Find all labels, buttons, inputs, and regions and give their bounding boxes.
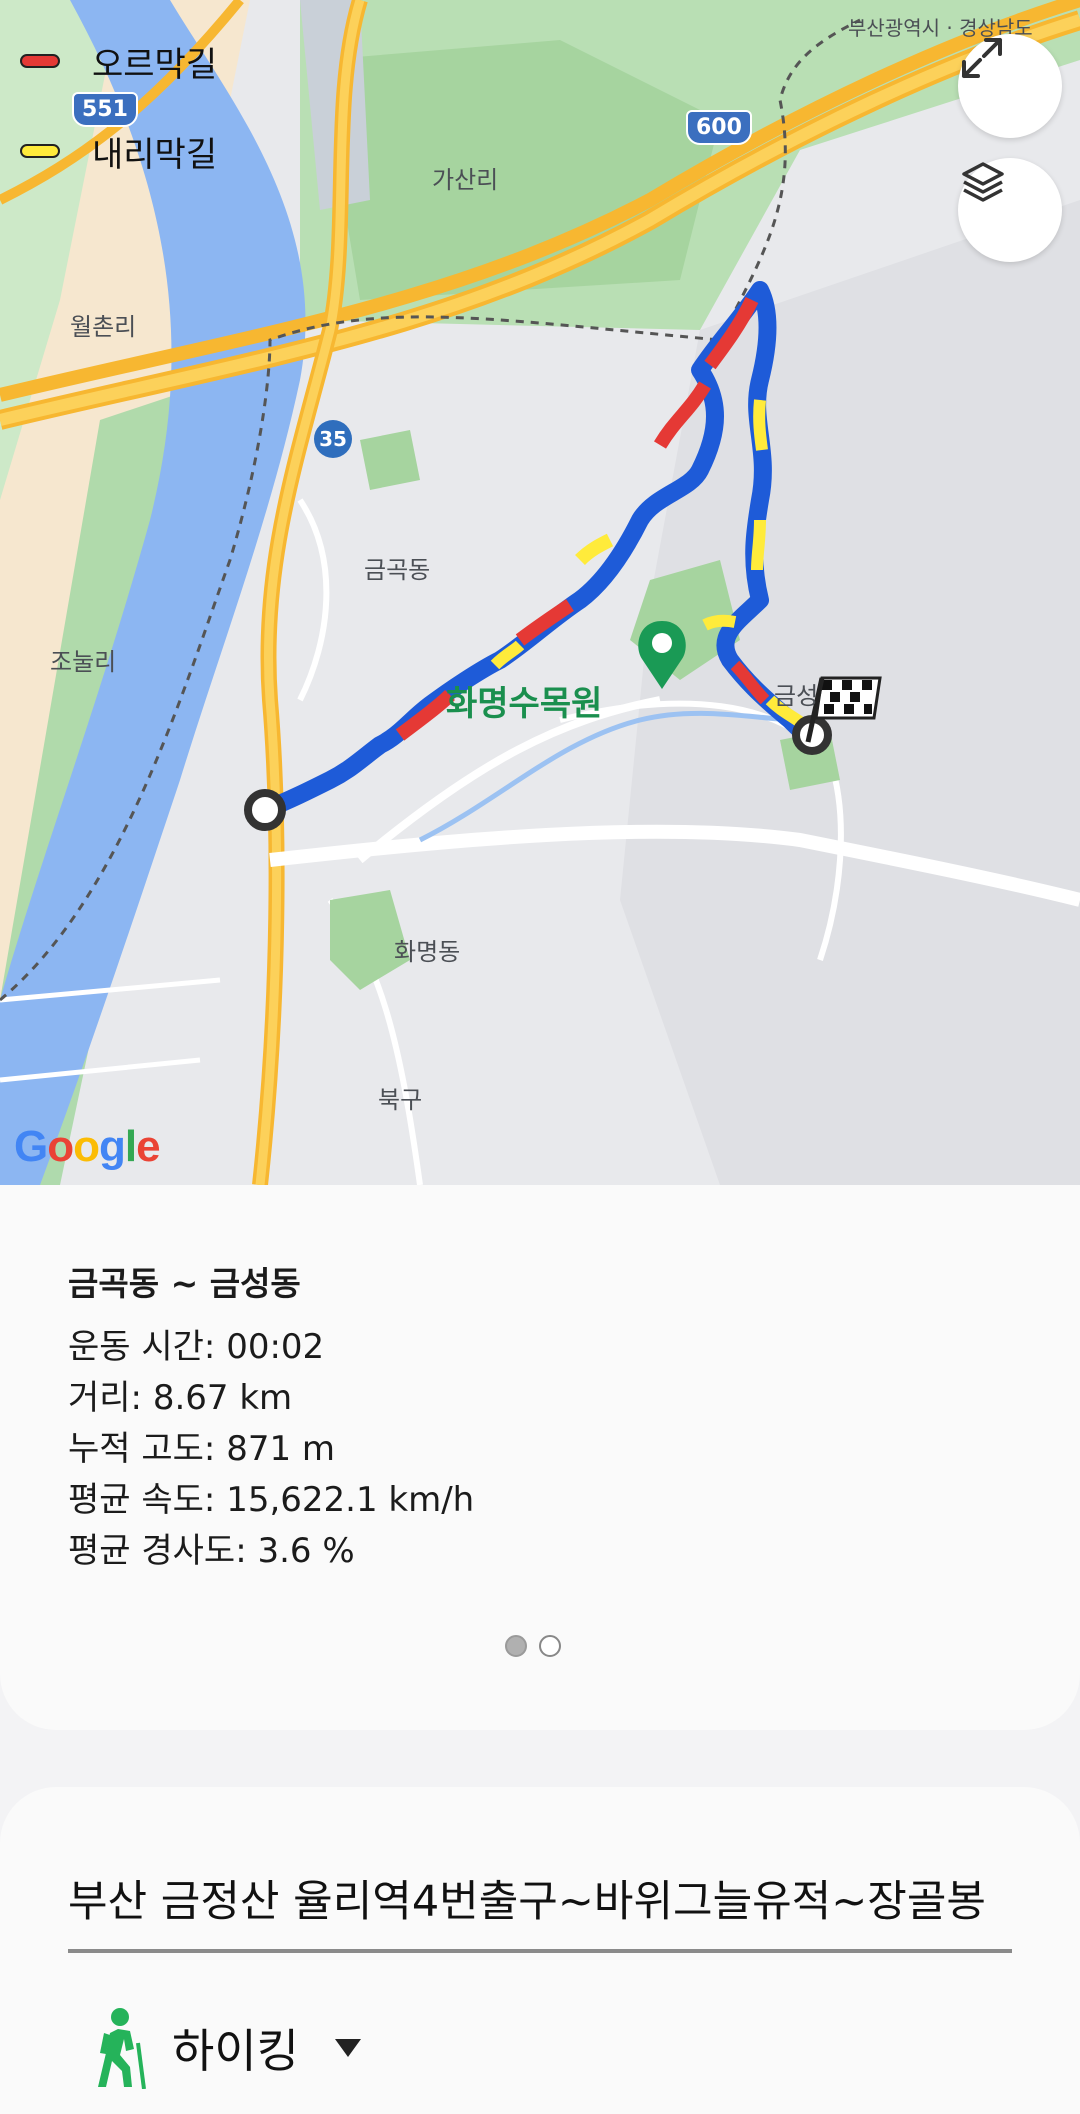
- map-layers-button[interactable]: [958, 158, 1062, 262]
- stat-avg-speed: 평균 속도: 15,622.1 km/h: [68, 1480, 475, 1520]
- legend-item-uphill: 오르막길: [20, 38, 218, 85]
- workout-details-card: 부산 금정산 율리역4번출구~바위그늘유적~장골봉 하이킹: [0, 1787, 1080, 2114]
- google-attribution: Google: [14, 1122, 161, 1171]
- map-label-geumgok: 금곡동: [364, 556, 431, 584]
- route-stats: 운동 시간: 00:02 거리: 8.67 km 누적 고도: 871 m 평균…: [68, 1322, 474, 1577]
- route-shield-35: 35: [314, 420, 352, 458]
- workout-name-field[interactable]: 부산 금정산 율리역4번출구~바위그늘유적~장골봉: [68, 1867, 1012, 1937]
- dropdown-caret-icon: [334, 2039, 361, 2057]
- hiking-icon: [98, 2008, 146, 2089]
- legend-label-uphill: 오르막길: [92, 44, 218, 85]
- downhill-swatch: [20, 144, 60, 158]
- map-label-bukgu: 북구: [378, 1086, 423, 1114]
- map-legend: 오르막길 내리막길: [20, 38, 217, 218]
- stat-distance: 거리: 8.67 km: [68, 1378, 293, 1418]
- expand-map-button[interactable]: [958, 34, 1062, 138]
- name-field-underline: [68, 1949, 1012, 1953]
- route-title: 금곡동 ~ 금성동: [68, 1264, 301, 1303]
- map-label-geumseong: 금성: [774, 682, 819, 710]
- legend-label-downhill: 내리막길: [92, 134, 218, 175]
- map-label-jonul: 조눌리: [50, 648, 117, 676]
- stat-avg-slope: 평균 경사도: 3.6 %: [68, 1531, 355, 1571]
- highway-shield-600: 600: [686, 110, 752, 145]
- legend-item-downhill: 내리막길: [20, 128, 218, 175]
- uphill-swatch: [20, 54, 60, 68]
- route-map[interactable]: 부산광역시 · 경상남도 가산리 월촌리 금곡동 조눌리 화명동 북구 금성 화…: [0, 0, 1080, 1185]
- activity-type-dropdown[interactable]: 하이킹: [90, 2007, 361, 2089]
- stat-elevation: 누적 고도: 871 m: [68, 1429, 336, 1469]
- poi-label-arboretum[interactable]: 화명수목원: [446, 676, 602, 725]
- route-summary-card[interactable]: 금곡동 ~ 금성동 운동 시간: 00:02 거리: 8.67 km 누적 고도…: [0, 1185, 1080, 1730]
- map-label-wolchon: 월촌리: [70, 313, 137, 341]
- map-label-gasan: 가산리: [432, 166, 499, 194]
- layers-icon: [962, 162, 1004, 202]
- expand-icon: [962, 38, 1002, 78]
- page-indicator[interactable]: [505, 1635, 561, 1657]
- map-label-hwamyeong: 화명동: [394, 938, 461, 966]
- page-dot-active[interactable]: [505, 1635, 527, 1657]
- stat-duration: 운동 시간: 00:02: [68, 1327, 325, 1367]
- activity-type-label: 하이킹: [172, 2024, 299, 2078]
- page-dot[interactable]: [539, 1635, 561, 1657]
